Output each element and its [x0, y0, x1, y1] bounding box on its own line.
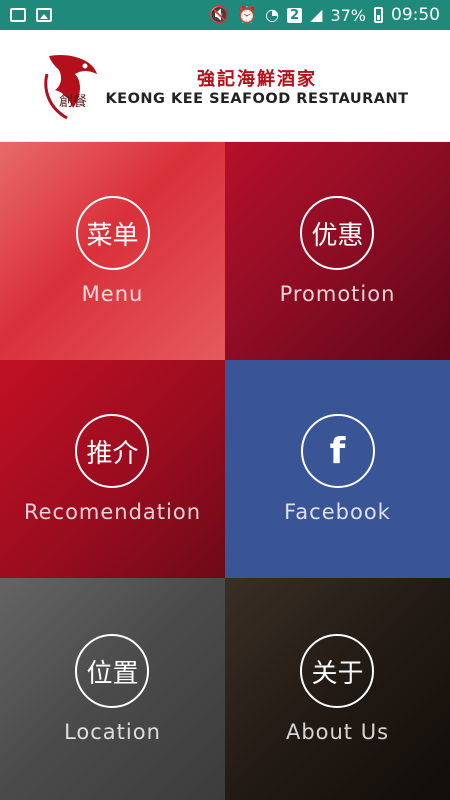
logo-chars: 創餐 [59, 94, 87, 110]
clock: 09:50 [391, 5, 440, 25]
promotion-tile[interactable]: 优惠 Promotion [225, 142, 450, 360]
brand-text: 強記海鮮酒家 KEONG KEE SEAFOOD RESTAURANT [105, 65, 408, 107]
sim-badge: 2 [287, 7, 303, 23]
about-us-tile[interactable]: 关于 About Us [225, 578, 450, 800]
about-us-label: About Us [285, 720, 390, 744]
main-menu-grid: 菜单 Menu 优惠 Promotion 推介 Recomendation f … [0, 142, 450, 800]
location-tile[interactable]: 位置 Location [0, 578, 225, 800]
promotion-label: Promotion [279, 282, 396, 306]
facebook-tile[interactable]: f Facebook [225, 360, 450, 578]
brand-name-english: KEONG KEE SEAFOOD RESTAURANT [105, 90, 409, 107]
recommendation-label: Recomendation [23, 500, 202, 524]
battery-percent: 37% [330, 5, 366, 25]
image-notification-icon [36, 8, 52, 22]
about-us-icon: 关于 [300, 634, 375, 708]
facebook-label: Facebook [284, 500, 391, 524]
facebook-icon: f [300, 414, 375, 488]
mute-icon: 🔇 [209, 5, 230, 24]
message-notification-icon [10, 8, 26, 22]
brand-name-chinese: 強記海鮮酒家 [196, 68, 317, 90]
menu-label: Menu [81, 282, 144, 306]
menu-icon: 菜单 [75, 196, 150, 270]
signal-icon: ◢ [310, 5, 323, 24]
notification-icons [10, 8, 52, 22]
recommendation-icon: 推介 [75, 414, 150, 488]
battery-icon [374, 7, 383, 23]
app-header: 創餐 強記海鮮酒家 KEONG KEE SEAFOOD RESTAURANT [0, 30, 450, 142]
status-bar: 🔇 ⏰ ◔ 2 ◢ 37% 09:50 [0, 0, 450, 30]
menu-tile[interactable]: 菜单 Menu [0, 142, 225, 360]
recommendation-tile[interactable]: 推介 Recomendation [0, 360, 225, 578]
promotion-icon: 优惠 [300, 196, 375, 270]
wifi-icon: ◔ [265, 5, 280, 24]
location-icon: 位置 [75, 634, 150, 708]
restaurant-logo: 創餐 強記海鮮酒家 KEONG KEE SEAFOOD RESTAURANT [41, 50, 408, 122]
fish-logo-icon: 創餐 [44, 54, 98, 119]
system-status: 🔇 ⏰ ◔ 2 ◢ 37% 09:50 [209, 5, 440, 25]
alarm-icon: ⏰ [237, 5, 258, 24]
location-label: Location [64, 720, 161, 744]
